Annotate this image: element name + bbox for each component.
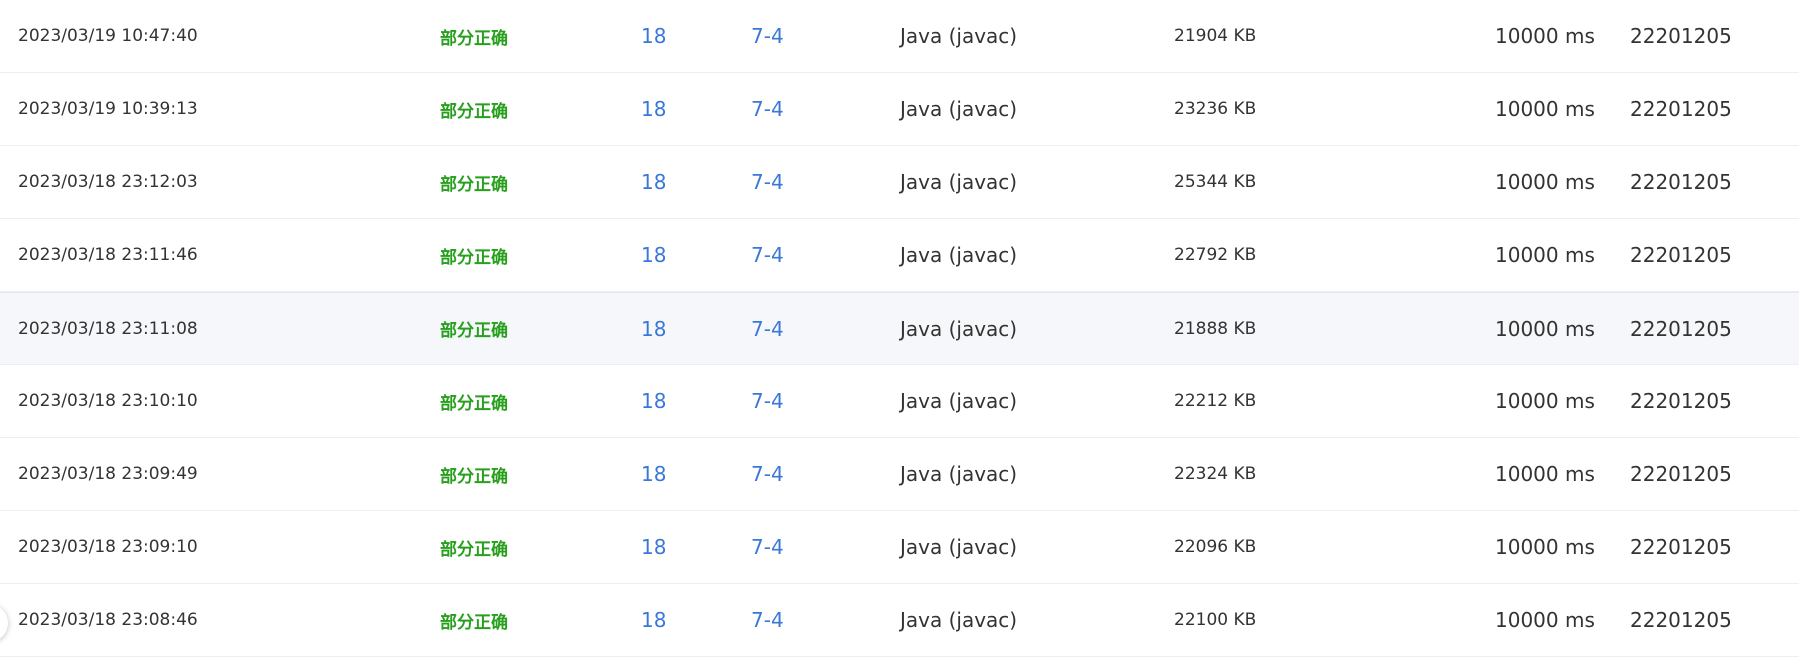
compiler-label: Java (javac): [900, 389, 1018, 413]
submission-time: 2023/03/18 23:08:46: [18, 610, 198, 630]
compiler-label: Java (javac): [900, 608, 1018, 632]
status-link[interactable]: 部分正确: [440, 146, 508, 218]
table-row[interactable]: 2023/03/19 10:39:13 部分正确 18 7-4 Java (ja…: [0, 73, 1799, 146]
compiler-label: Java (javac): [900, 97, 1018, 121]
user-id: 22201205: [1630, 316, 1732, 341]
user-id: 22201205: [1630, 243, 1732, 267]
problem-link[interactable]: 7-4: [751, 219, 784, 291]
time-value: 10000 ms: [1495, 462, 1595, 486]
problem-link[interactable]: 7-4: [751, 293, 784, 364]
submission-time: 2023/03/18 23:11:08: [18, 318, 198, 339]
table-row[interactable]: 2023/03/18 23:11:46 部分正确 18 7-4 Java (ja…: [0, 219, 1799, 292]
submissions-table: 2023/03/19 10:47:40 部分正确 18 7-4 Java (ja…: [0, 0, 1799, 657]
submission-time: 2023/03/19 10:39:13: [18, 99, 198, 119]
score-link[interactable]: 18: [641, 73, 666, 145]
score-link[interactable]: 18: [641, 293, 666, 364]
problem-link[interactable]: 7-4: [751, 146, 784, 218]
memory-value: 22096 KB: [1174, 537, 1257, 557]
user-id: 22201205: [1630, 24, 1732, 48]
compiler-label: Java (javac): [900, 535, 1018, 559]
table-row[interactable]: 2023/03/18 23:09:10 部分正确 18 7-4 Java (ja…: [0, 511, 1799, 584]
status-link[interactable]: 部分正确: [440, 584, 508, 656]
table-row[interactable]: 2023/03/18 23:11:08 部分正确 18 7-4 Java (ja…: [0, 292, 1799, 365]
memory-value: 23236 KB: [1174, 99, 1257, 119]
user-id: 22201205: [1630, 389, 1732, 413]
memory-value: 22792 KB: [1174, 245, 1257, 265]
status-link[interactable]: 部分正确: [440, 438, 508, 510]
memory-value: 22324 KB: [1174, 464, 1257, 484]
status-link[interactable]: 部分正确: [440, 365, 508, 437]
problem-link[interactable]: 7-4: [751, 73, 784, 145]
memory-value: 21904 KB: [1174, 26, 1257, 46]
status-link[interactable]: 部分正确: [440, 511, 508, 583]
compiler-label: Java (javac): [900, 462, 1018, 486]
status-link[interactable]: 部分正确: [440, 293, 508, 364]
score-link[interactable]: 18: [641, 438, 666, 510]
submission-time: 2023/03/18 23:11:46: [18, 245, 198, 265]
time-value: 10000 ms: [1495, 170, 1595, 194]
table-row[interactable]: 2023/03/18 23:08:46 部分正确 18 7-4 Java (ja…: [0, 584, 1799, 657]
user-id: 22201205: [1630, 608, 1732, 632]
problem-link[interactable]: 7-4: [751, 365, 784, 437]
table-row[interactable]: 2023/03/19 10:47:40 部分正确 18 7-4 Java (ja…: [0, 0, 1799, 73]
score-link[interactable]: 18: [641, 365, 666, 437]
submission-time: 2023/03/18 23:09:49: [18, 464, 198, 484]
submission-time: 2023/03/18 23:12:03: [18, 172, 198, 192]
score-link[interactable]: 18: [641, 0, 666, 72]
user-id: 22201205: [1630, 97, 1732, 121]
compiler-label: Java (javac): [900, 170, 1018, 194]
user-id: 22201205: [1630, 462, 1732, 486]
time-value: 10000 ms: [1495, 535, 1595, 559]
memory-value: 22212 KB: [1174, 391, 1257, 411]
problem-link[interactable]: 7-4: [751, 511, 784, 583]
time-value: 10000 ms: [1495, 243, 1595, 267]
memory-value: 25344 KB: [1174, 172, 1257, 192]
compiler-label: Java (javac): [900, 316, 1018, 341]
time-value: 10000 ms: [1495, 608, 1595, 632]
score-link[interactable]: 18: [641, 511, 666, 583]
submission-time: 2023/03/19 10:47:40: [18, 26, 198, 46]
table-row[interactable]: 2023/03/18 23:12:03 部分正确 18 7-4 Java (ja…: [0, 146, 1799, 219]
time-value: 10000 ms: [1495, 389, 1595, 413]
score-link[interactable]: 18: [641, 584, 666, 656]
time-value: 10000 ms: [1495, 97, 1595, 121]
status-link[interactable]: 部分正确: [440, 0, 508, 72]
memory-value: 22100 KB: [1174, 610, 1257, 630]
compiler-label: Java (javac): [900, 24, 1018, 48]
problem-link[interactable]: 7-4: [751, 438, 784, 510]
time-value: 10000 ms: [1495, 24, 1595, 48]
score-link[interactable]: 18: [641, 146, 666, 218]
status-link[interactable]: 部分正确: [440, 219, 508, 291]
user-id: 22201205: [1630, 170, 1732, 194]
memory-value: 21888 KB: [1174, 318, 1257, 339]
problem-link[interactable]: 7-4: [751, 0, 784, 72]
score-link[interactable]: 18: [641, 219, 666, 291]
status-link[interactable]: 部分正确: [440, 73, 508, 145]
table-row[interactable]: 2023/03/18 23:09:49 部分正确 18 7-4 Java (ja…: [0, 438, 1799, 511]
submission-time: 2023/03/18 23:10:10: [18, 391, 198, 411]
compiler-label: Java (javac): [900, 243, 1018, 267]
user-id: 22201205: [1630, 535, 1732, 559]
table-row[interactable]: 2023/03/18 23:10:10 部分正确 18 7-4 Java (ja…: [0, 365, 1799, 438]
time-value: 10000 ms: [1495, 316, 1595, 341]
submission-time: 2023/03/18 23:09:10: [18, 537, 198, 557]
problem-link[interactable]: 7-4: [751, 584, 784, 656]
